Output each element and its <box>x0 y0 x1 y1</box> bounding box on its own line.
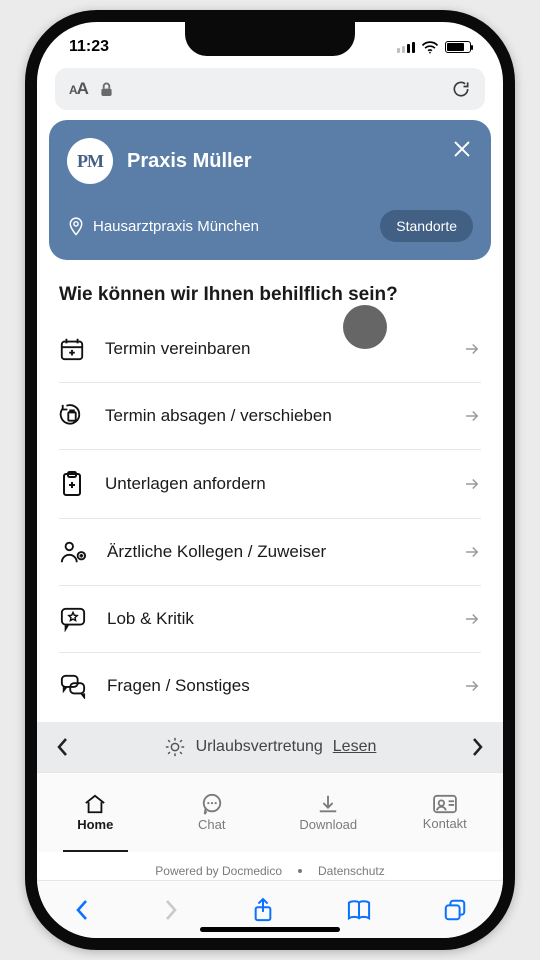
calendar-cancel-icon <box>59 403 85 429</box>
practice-avatar: PM <box>67 138 113 184</box>
app-footer: Powered by Docmedico Datenschutz <box>37 864 503 878</box>
battery-icon <box>445 41 471 53</box>
home-indicator[interactable] <box>200 927 340 932</box>
tab-label: Kontakt <box>423 816 467 831</box>
tab-home[interactable]: Home <box>37 773 154 852</box>
doctor-referral-icon <box>59 539 87 565</box>
feedback-star-icon <box>59 606 87 632</box>
menu-item-colleagues[interactable]: Ärztliche Kollegen / Zuweiser <box>59 519 481 586</box>
practice-location: Hausarztpraxis München <box>67 216 259 236</box>
tabs-icon <box>443 898 467 922</box>
ticker-next-button[interactable] <box>469 737 485 757</box>
privacy-link[interactable]: Datenschutz <box>318 864 385 878</box>
menu-item-book-appointment[interactable]: Termin vereinbaren <box>59 316 481 383</box>
service-menu: Termin vereinbaren Termin absagen / vers… <box>37 316 503 719</box>
text-size-button[interactable]: AA <box>69 79 88 99</box>
menu-item-label: Fragen / Sonstiges <box>107 676 443 696</box>
menu-item-feedback[interactable]: Lob & Kritik <box>59 586 481 653</box>
clipboard-medical-icon <box>59 470 85 498</box>
announcement-ticker: Urlaubsvertretung Lesen <box>37 722 503 772</box>
phone-frame: 11:23 AA PM Praxis Müller Hausarztpraxis… <box>25 10 515 950</box>
ticker-prev-button[interactable] <box>55 737 71 757</box>
bottom-tab-bar: Home Chat Download Kontakt <box>37 772 503 852</box>
footer-separator <box>298 869 302 873</box>
sun-icon <box>164 736 186 758</box>
chevron-right-icon <box>463 407 481 425</box>
tab-label: Download <box>299 817 357 832</box>
chat-icon <box>200 793 224 815</box>
ticker-text: Urlaubsvertretung <box>196 738 323 756</box>
tab-chat[interactable]: Chat <box>154 773 271 852</box>
book-icon <box>346 899 372 921</box>
download-icon <box>316 793 340 815</box>
status-time: 11:23 <box>69 38 109 56</box>
page-heading: Wie können wir Ihnen behilflich sein? <box>37 260 503 316</box>
chevron-left-icon <box>73 898 91 922</box>
menu-item-cancel-appointment[interactable]: Termin absagen / verschieben <box>59 383 481 450</box>
chevron-left-icon <box>55 737 71 757</box>
cellular-signal-icon <box>397 42 415 53</box>
practice-card: PM Praxis Müller Hausarztpraxis München … <box>49 120 491 260</box>
tab-download[interactable]: Download <box>270 773 387 852</box>
browser-forward-button[interactable] <box>162 898 180 922</box>
menu-item-label: Termin vereinbaren <box>105 339 443 359</box>
browser-bookmarks-button[interactable] <box>346 899 372 921</box>
location-pin-icon <box>67 216 85 236</box>
tab-label: Chat <box>198 817 225 832</box>
menu-item-label: Lob & Kritik <box>107 609 443 629</box>
menu-item-label: Unterlagen anfordern <box>105 474 443 494</box>
browser-url-bar[interactable]: AA <box>55 68 485 110</box>
chevron-right-icon <box>463 475 481 493</box>
chevron-right-icon <box>469 737 485 757</box>
chevron-right-icon <box>463 677 481 695</box>
share-icon <box>252 897 274 923</box>
contact-card-icon <box>432 794 458 814</box>
menu-item-questions[interactable]: Fragen / Sonstiges <box>59 653 481 719</box>
calendar-plus-icon <box>59 336 85 362</box>
powered-by-label[interactable]: Powered by Docmedico <box>155 864 282 878</box>
practice-subtitle: Hausarztpraxis München <box>93 218 259 235</box>
menu-item-request-documents[interactable]: Unterlagen anfordern <box>59 450 481 519</box>
tab-contact[interactable]: Kontakt <box>387 773 504 852</box>
chevron-right-icon <box>162 898 180 922</box>
browser-share-button[interactable] <box>252 897 274 923</box>
menu-item-label: Ärztliche Kollegen / Zuweiser <box>107 542 443 562</box>
status-icons <box>397 40 471 54</box>
chevron-right-icon <box>463 340 481 358</box>
ticker-read-link[interactable]: Lesen <box>333 738 377 756</box>
reload-icon[interactable] <box>451 79 471 99</box>
lock-icon <box>100 82 113 97</box>
home-icon <box>83 793 107 815</box>
chevron-right-icon <box>463 543 481 561</box>
tab-label: Home <box>77 817 113 832</box>
close-icon <box>451 138 473 160</box>
chevron-right-icon <box>463 610 481 628</box>
device-notch <box>185 22 355 56</box>
chat-bubbles-icon <box>59 673 87 699</box>
locations-button[interactable]: Standorte <box>380 210 473 242</box>
browser-tabs-button[interactable] <box>443 898 467 922</box>
close-button[interactable] <box>451 138 473 160</box>
browser-back-button[interactable] <box>73 898 91 922</box>
menu-item-label: Termin absagen / verschieben <box>105 406 443 426</box>
practice-title: Praxis Müller <box>127 150 252 173</box>
touch-indicator <box>343 305 387 349</box>
wifi-icon <box>421 40 439 54</box>
